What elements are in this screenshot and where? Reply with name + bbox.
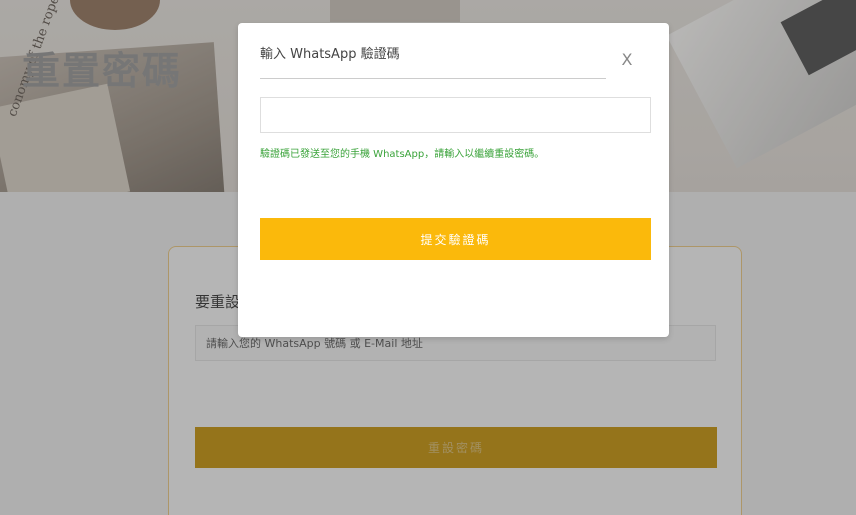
verification-code-input[interactable]	[260, 97, 651, 133]
modal-divider	[260, 78, 606, 79]
reset-password-page: conomy of the ropean Union 重置密碼 要重設 重設密碼…	[0, 0, 856, 515]
close-button[interactable]: X	[616, 49, 638, 71]
verification-modal: 輸入 WhatsApp 驗證碼 X 驗證碼已發送至您的手機 WhatsApp，請…	[238, 23, 669, 337]
submit-code-button[interactable]: 提交驗證碼	[260, 218, 651, 260]
modal-title: 輸入 WhatsApp 驗證碼	[260, 47, 400, 62]
verification-hint: 驗證碼已發送至您的手機 WhatsApp，請輸入以繼續重設密碼。	[260, 149, 545, 160]
